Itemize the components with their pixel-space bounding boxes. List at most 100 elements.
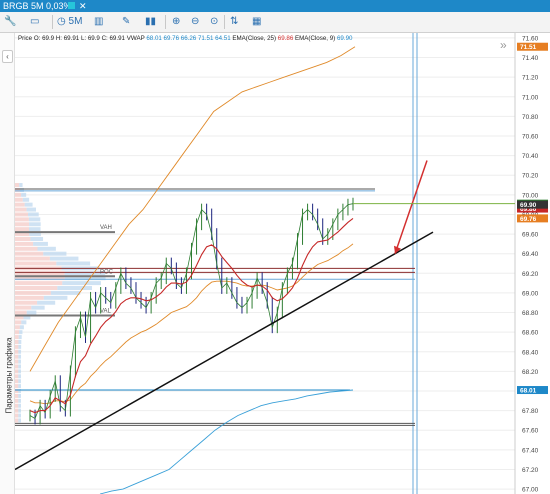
volume-profile-bar — [18, 408, 21, 413]
volume-profile-bar — [15, 281, 63, 286]
volume-profile-bar — [26, 207, 36, 212]
volume-profile-bar — [22, 197, 30, 202]
volume-profile-bar — [15, 207, 27, 212]
volume-profile-bar — [18, 339, 22, 344]
calendar-icon[interactable]: ▦ — [252, 15, 261, 29]
wrench-icon[interactable]: 🔧 — [4, 15, 16, 29]
volume-profile-bar — [15, 310, 27, 315]
volume-profile-bar — [18, 418, 21, 423]
y-tick-label: 71.20 — [522, 75, 539, 82]
volume-profile-bar — [15, 241, 34, 246]
volume-profile-bar — [18, 349, 22, 354]
volume-profile-bar — [18, 384, 22, 389]
volume-profile-bar — [15, 418, 19, 423]
toolbar-divider — [224, 15, 225, 29]
price-badge-label: 71.51 — [520, 44, 537, 51]
volume-profile-bar — [29, 227, 41, 232]
volume-profile-bar — [15, 349, 19, 354]
profile-label-val: VAL — [100, 308, 112, 314]
volume-profile-bar — [18, 359, 22, 364]
volume-profile-bar — [15, 339, 19, 344]
volume-profile-bar — [28, 212, 39, 217]
volume-profile-bar — [15, 192, 22, 197]
y-tick-label: 69.40 — [522, 251, 539, 258]
volume-profile-bar — [31, 305, 45, 310]
close-icon[interactable]: ✕ — [79, 0, 87, 12]
volume-profile-bar — [37, 246, 56, 251]
zoom-in-icon[interactable]: ⊕ — [172, 15, 180, 29]
volume-profile-bar — [15, 183, 20, 188]
volume-profile-bar — [62, 281, 101, 286]
volume-profile-bar — [15, 374, 19, 379]
volume-profile-bar — [15, 379, 19, 384]
volume-profile-bar — [15, 305, 32, 310]
ema25-label: EMA(Close, 25) — [232, 35, 277, 42]
price-badge-label: 69.76 — [520, 216, 537, 223]
volume-profile-bar — [15, 295, 44, 300]
timeframe-button[interactable]: ◷ 5M — [57, 15, 82, 29]
toolbar-divider — [52, 15, 53, 29]
folder-icon[interactable]: ▭ — [30, 15, 39, 29]
volume-profile-bar — [21, 320, 27, 325]
indicators-icon[interactable]: ▮▮ — [145, 15, 156, 29]
volume-profile-bar — [18, 413, 21, 418]
volume-profile-bar — [21, 192, 27, 197]
volume-profile-bar — [18, 335, 22, 340]
volume-profile-bar — [15, 364, 19, 369]
y-tick-label: 69.00 — [522, 290, 539, 297]
profile-label-poc: POC — [100, 269, 114, 275]
volume-profile-bar — [37, 300, 56, 305]
volume-profile-bar — [15, 246, 38, 251]
y-tick-label: 70.80 — [522, 114, 539, 121]
volume-profile-bar — [15, 359, 19, 364]
zoom-out-icon[interactable]: ⊖ — [191, 15, 199, 29]
search-icon[interactable]: ⊙ — [210, 15, 218, 29]
volume-profile-bar — [15, 384, 19, 389]
y-tick-label: 67.60 — [522, 428, 539, 435]
link-color-icon[interactable] — [68, 2, 75, 9]
y-tick-label: 68.20 — [522, 369, 539, 376]
y-tick-label: 68.40 — [522, 349, 539, 356]
ema25-value: 69.86 — [277, 35, 294, 42]
collapse-panel-button[interactable]: ‹ — [2, 50, 13, 63]
volume-profile-bar — [15, 236, 31, 241]
volume-profile-bar — [15, 197, 23, 202]
volume-profile-bar — [33, 241, 48, 246]
volume-profile-bar — [50, 290, 81, 295]
y-tick-label: 67.40 — [522, 447, 539, 454]
volume-profile-bar — [19, 330, 23, 335]
sort-icon[interactable]: ⇅ — [230, 15, 238, 29]
toolbar-divider — [165, 15, 166, 29]
chart-settings-label[interactable]: Параметры графика — [5, 326, 14, 426]
volume-profile-bar — [15, 286, 58, 291]
layout-icon[interactable]: ▥ — [94, 15, 103, 29]
volume-profile-bar — [43, 295, 68, 300]
window-title: BRGB 5M 0,03% — [3, 1, 72, 11]
volume-profile-bar — [15, 325, 20, 330]
volume-profile-bar — [26, 310, 37, 315]
volume-profile-bar — [15, 251, 44, 256]
y-tick-label: 67.00 — [522, 487, 539, 494]
volume-profile-bar — [57, 286, 92, 291]
volume-profile-bar — [15, 320, 22, 325]
y-tick-label: 68.60 — [522, 330, 539, 337]
price-chart[interactable]: VAHPOCVAL67.0067.2067.4067.6067.8068.006… — [15, 33, 550, 494]
volume-profile-bar — [15, 202, 25, 207]
volume-profile-bar — [30, 236, 44, 241]
volume-profile-bar — [15, 256, 50, 261]
price-badge-label: 69.90 — [520, 202, 537, 209]
volume-profile-bar — [18, 344, 22, 349]
y-tick-label: 70.20 — [522, 173, 539, 180]
volume-profile-bar — [28, 217, 41, 222]
volume-profile-bar — [15, 344, 19, 349]
vwap-label: VWAP — [126, 35, 145, 42]
volume-profile-bar — [49, 256, 79, 261]
volume-profile-bar — [43, 251, 67, 256]
volume-profile-bar — [18, 354, 22, 359]
expand-chevron-icon[interactable]: » — [500, 38, 507, 52]
volume-profile-bar — [29, 222, 41, 227]
y-tick-label: 69.20 — [522, 271, 539, 278]
volume-profile-bar — [18, 398, 21, 403]
draw-pen-icon[interactable]: ✎ — [122, 15, 130, 29]
volume-profile-bar — [18, 364, 22, 369]
